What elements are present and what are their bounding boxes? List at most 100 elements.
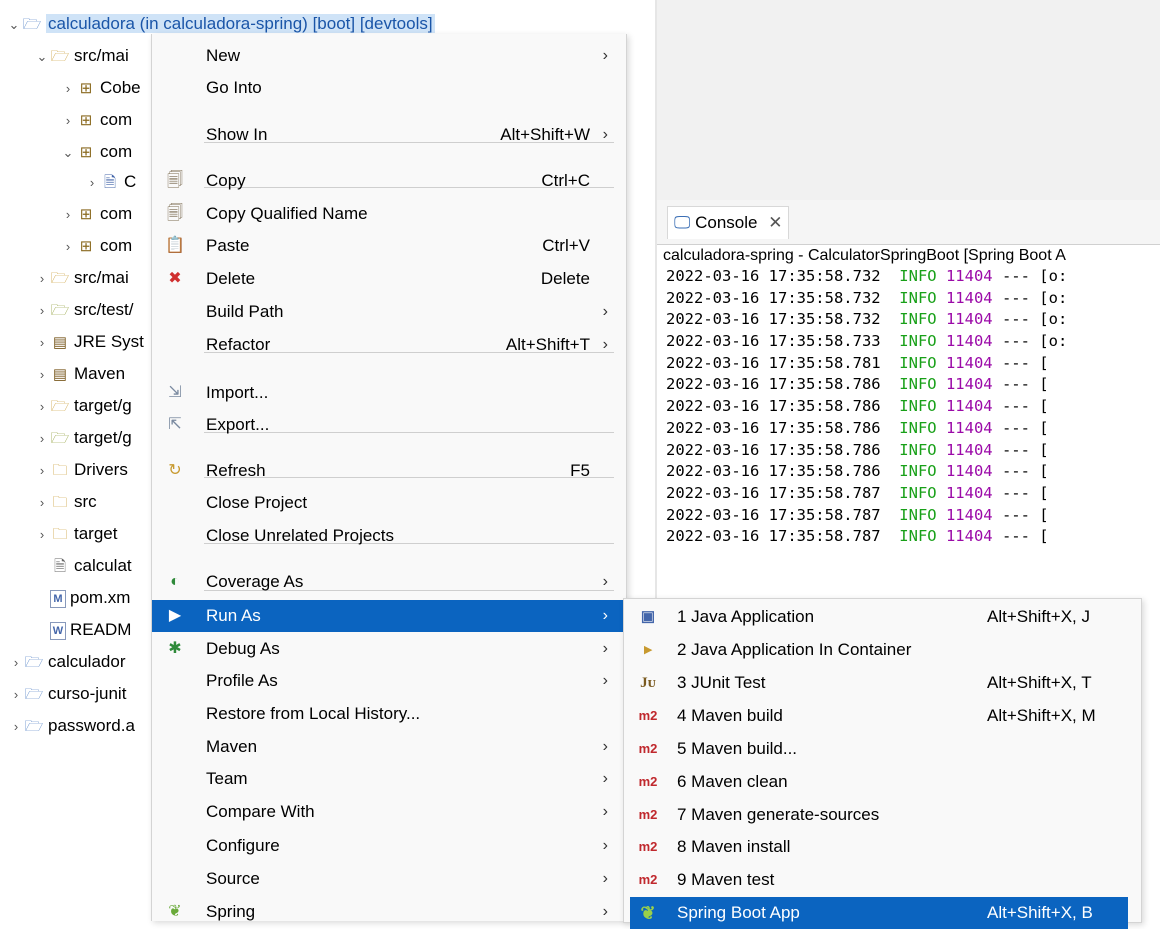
log-timestamp: 2022-03-16 17:35:58.787 xyxy=(666,505,900,524)
tree-item[interactable]: › 🗀 src xyxy=(34,486,97,518)
tree-item[interactable]: › ▤ JRE Syst xyxy=(34,326,144,358)
text-file-icon: 🗎 xyxy=(53,558,67,575)
menu-item-restore-from-local-history[interactable]: Restore from Local History... xyxy=(152,698,626,730)
chevron-right-icon[interactable]: › xyxy=(60,105,76,137)
menu-item-show-in[interactable]: Show In Alt+Shift+W › xyxy=(152,119,626,151)
chevron-down-icon[interactable]: ⌄ xyxy=(60,137,76,169)
tree-item[interactable]: › 🗁 src/mai xyxy=(34,262,129,294)
chevron-right-icon[interactable]: › xyxy=(34,327,50,359)
chevron-right-icon[interactable]: › xyxy=(34,423,50,455)
submenu-item-1-java-application[interactable]: ▣ 1 Java Application Alt+Shift+X, J xyxy=(624,601,1141,633)
tree-item[interactable]: Mpom.xm xyxy=(50,582,130,614)
menu-item-team[interactable]: Team › xyxy=(152,763,626,795)
tree-item[interactable]: › 🗁 calculador xyxy=(8,646,126,678)
submenu-item-2-java-application-in-container[interactable]: ▸ 2 Java Application In Container xyxy=(624,634,1141,666)
menu-item-source[interactable]: Source › xyxy=(152,863,626,895)
tree-item[interactable]: › ▤ Maven xyxy=(34,358,125,390)
submenu-item-5-maven-build[interactable]: m2 5 Maven build... xyxy=(624,733,1141,765)
tree-item[interactable]: › 🗁 password.a xyxy=(8,710,135,742)
chevron-right-icon[interactable]: › xyxy=(34,359,50,391)
tab-console-label: Console xyxy=(695,213,758,232)
log-timestamp: 2022-03-16 17:35:58.732 xyxy=(666,288,900,307)
menu-item-configure[interactable]: Configure › xyxy=(152,830,626,862)
tree-item[interactable]: › 🗎 C xyxy=(84,166,136,198)
menu-item-new[interactable]: New › xyxy=(152,40,626,72)
log-rest: --- [ xyxy=(992,505,1049,524)
chevron-right-icon[interactable]: › xyxy=(60,73,76,105)
log-level: INFO xyxy=(899,397,946,416)
tree-item[interactable]: › 🗀 Drivers xyxy=(34,454,128,486)
submenu-item-6-maven-clean[interactable]: m2 6 Maven clean xyxy=(624,766,1141,798)
chevron-right-icon[interactable]: › xyxy=(34,391,50,423)
chevron-right-icon[interactable]: › xyxy=(34,295,50,327)
log-rest: --- [o: xyxy=(992,288,1068,307)
menu-item-spring[interactable]: ❦ Spring › xyxy=(152,896,626,928)
chevron-right-icon: › xyxy=(602,47,608,64)
submenu-item-8-maven-install[interactable]: m2 8 Maven install xyxy=(624,831,1141,863)
menu-item-export[interactable]: ⇱ Export... xyxy=(152,409,626,441)
console-output[interactable]: 2022-03-16 17:35:58.732 INFO 11404 --- [… xyxy=(666,266,1160,548)
menu-item-paste[interactable]: 📋 Paste Ctrl+V xyxy=(152,230,626,262)
chevron-right-icon[interactable]: › xyxy=(60,231,76,263)
menu-item-go-into[interactable]: Go Into xyxy=(152,72,626,104)
tree-item[interactable]: › ⊞ com xyxy=(60,104,132,136)
tree-item-label: Cobe xyxy=(100,78,141,97)
menu-item-shortcut: Delete xyxy=(540,269,590,288)
tree-item-label: src/test/ xyxy=(74,300,134,319)
tree-item[interactable]: › ⊞ com xyxy=(60,230,132,262)
menu-item-copy[interactable]: 🗐 Copy Ctrl+C xyxy=(152,165,626,197)
close-icon[interactable]: ✕ xyxy=(768,213,782,232)
chevron-right-icon[interactable]: › xyxy=(84,167,100,199)
menu-item-profile-as[interactable]: Profile As › xyxy=(152,665,626,697)
paste-icon: 📋 xyxy=(165,237,185,254)
submenu-item-9-maven-test[interactable]: m2 9 Maven test xyxy=(624,864,1141,896)
menu-item-import[interactable]: ⇲ Import... xyxy=(152,377,626,409)
log-level: INFO xyxy=(899,288,946,307)
menu-item-run-as[interactable]: ▶ Run As › xyxy=(152,600,626,632)
tree-item[interactable]: › ⊞ com xyxy=(60,198,132,230)
tree-item[interactable]: ⌄ 🗁 src/mai xyxy=(34,40,129,72)
tree-item[interactable]: › 🗁 src/test/ xyxy=(34,294,134,326)
chevron-down-icon[interactable]: ⌄ xyxy=(34,41,50,73)
chevron-down-icon[interactable]: ⌄ xyxy=(6,9,22,41)
menu-item-maven[interactable]: Maven › xyxy=(152,731,626,763)
submenu-item-7-maven-generate-sources[interactable]: m2 7 Maven generate-sources xyxy=(624,799,1141,831)
menu-item-compare-with[interactable]: Compare With › xyxy=(152,796,626,828)
chevron-right-icon[interactable]: › xyxy=(60,199,76,231)
tree-item[interactable]: › 🗁 target/g xyxy=(34,422,132,454)
tree-item[interactable]: › 🗁 curso-junit xyxy=(8,678,127,711)
menu-item-coverage-as[interactable]: ◐ Coverage As › xyxy=(152,566,626,598)
tree-item[interactable]: › 🗀 target xyxy=(34,518,118,551)
menu-item-refresh[interactable]: ↻ Refresh F5 xyxy=(152,455,626,487)
submenu-item-spring-boot-app[interactable]: ❦ Spring Boot App Alt+Shift+X, B xyxy=(630,897,1128,929)
submenu-item-3-junit-test[interactable]: Jᴜ 3 JUnit Test Alt+Shift+X, T xyxy=(624,667,1141,699)
tree-item[interactable]: W READM xyxy=(50,614,131,646)
maven-pom-icon: M xyxy=(50,589,66,608)
chevron-right-icon[interactable]: › xyxy=(34,519,50,551)
coverage-icon: ◐ xyxy=(170,573,180,590)
tree-item[interactable]: ⌄ ⊞ com xyxy=(60,136,133,169)
menu-item-refactor[interactable]: Refactor Alt+Shift+T › xyxy=(152,329,626,361)
log-level: INFO xyxy=(899,527,946,546)
chevron-right-icon[interactable]: › xyxy=(8,711,24,743)
tree-item[interactable]: › 🗁 target/g xyxy=(34,390,132,422)
menu-item-build-path[interactable]: Build Path › xyxy=(152,296,626,328)
chevron-right-icon[interactable]: › xyxy=(34,487,50,519)
chevron-right-icon[interactable]: › xyxy=(8,647,24,679)
tab-console[interactable]: 🖵 Console ✕ xyxy=(667,206,790,239)
menu-item-close-project[interactable]: Close Project xyxy=(152,487,626,519)
tree-item[interactable]: › ⊞ Cobe xyxy=(60,72,141,104)
chevron-right-icon[interactable]: › xyxy=(34,455,50,487)
menu-item-delete[interactable]: ✖ Delete Delete xyxy=(152,263,626,295)
log-level: INFO xyxy=(899,267,946,285)
tree-item-label: password.a xyxy=(48,716,135,735)
menu-item-copy-qualified-name[interactable]: 🗐 Copy Qualified Name xyxy=(152,198,626,230)
log-pid: 11404 xyxy=(945,527,993,546)
chevron-right-icon[interactable]: › xyxy=(8,679,24,711)
tree-item[interactable]: 🗎 calculat xyxy=(50,550,132,582)
menu-item-debug-as[interactable]: ✱ Debug As › xyxy=(152,633,626,665)
menu-item-close-unrelated-projects[interactable]: Close Unrelated Projects xyxy=(152,520,626,552)
menu-item-shortcut: Ctrl+C xyxy=(541,171,590,190)
submenu-item-4-maven-build[interactable]: m2 4 Maven build Alt+Shift+X, M xyxy=(624,700,1141,732)
chevron-right-icon[interactable]: › xyxy=(34,263,50,295)
